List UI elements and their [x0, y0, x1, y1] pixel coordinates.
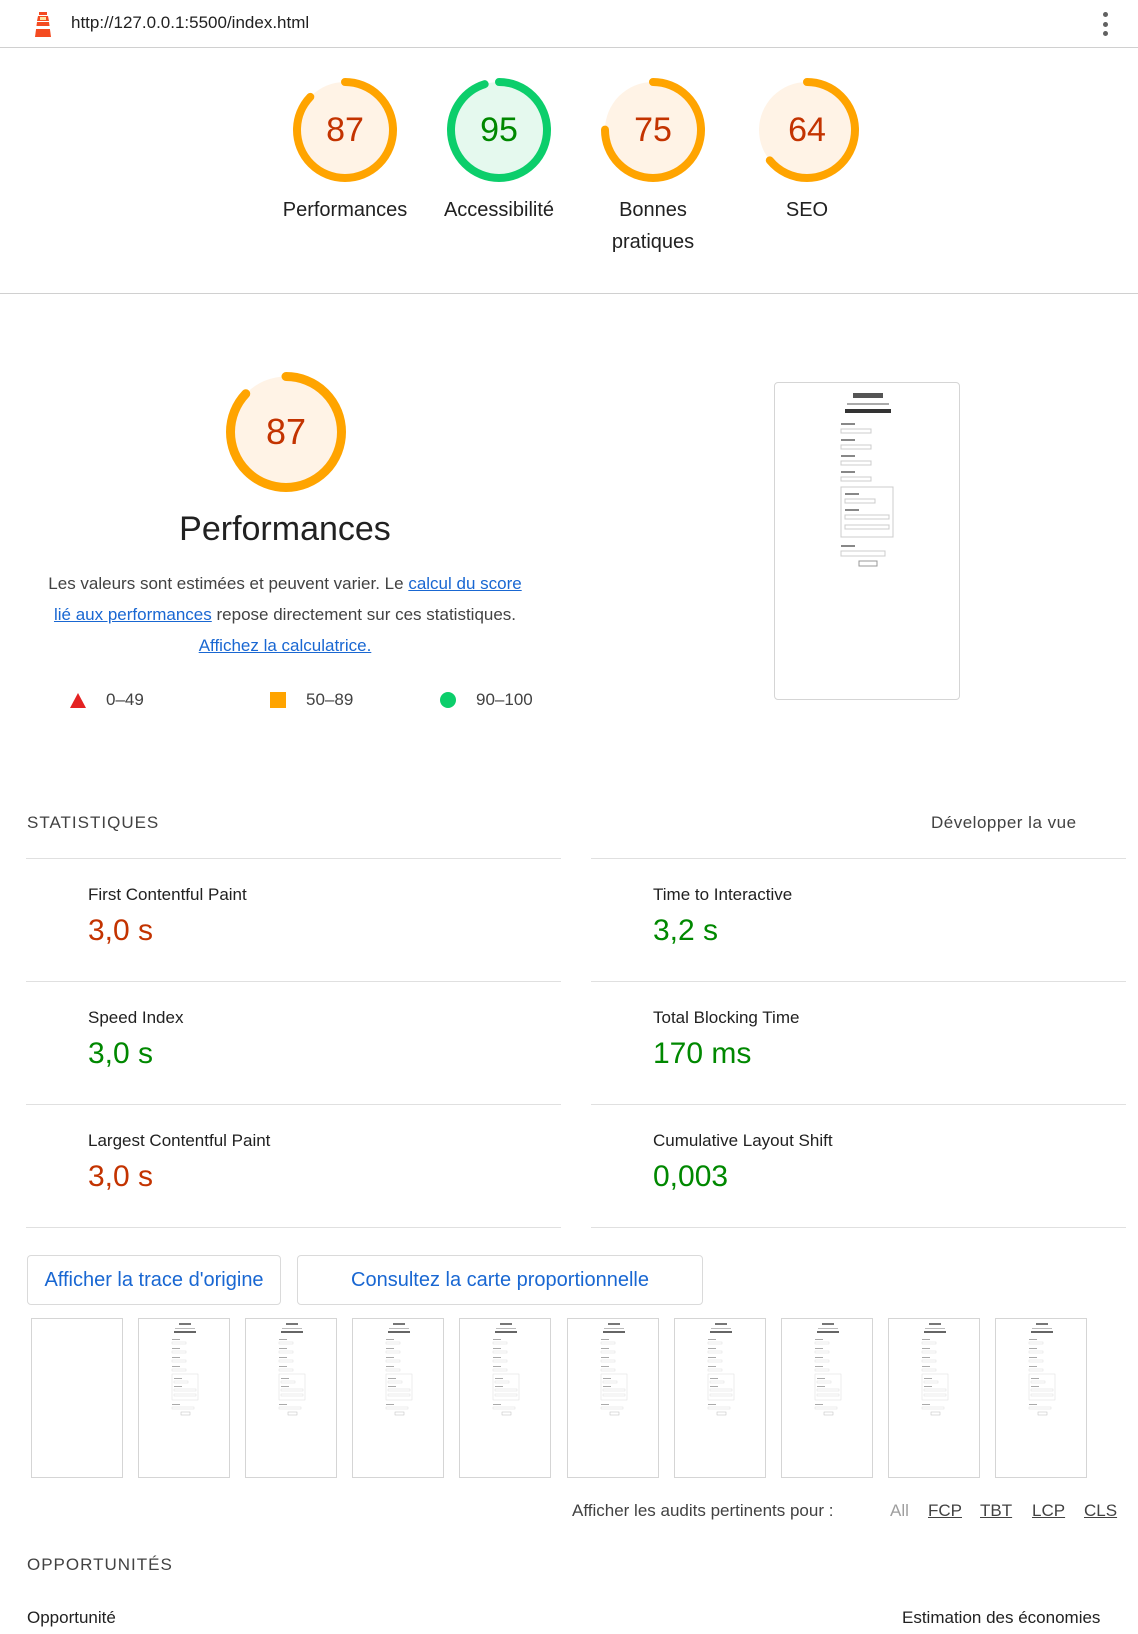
- filmstrip-frame: [245, 1318, 337, 1478]
- gauge-label: Performances: [282, 199, 408, 221]
- filter-fcp[interactable]: FCP: [928, 1501, 962, 1521]
- filmstrip-frame: [459, 1318, 551, 1478]
- gauge-performance[interactable]: 87 Performances: [270, 78, 420, 226]
- performance-gauge-large: 87: [226, 372, 346, 492]
- statistics-title: STATISTIQUES: [27, 813, 160, 832]
- filmstrip-frame: [567, 1318, 659, 1478]
- page-url: http://127.0.0.1:5500/index.html: [71, 13, 310, 32]
- metric-value: 3,0 s: [88, 914, 154, 947]
- gauge-label: SEO: [785, 199, 829, 221]
- legend-range: 0–49: [106, 690, 144, 709]
- savings-column-header: Estimation des économies: [902, 1608, 1101, 1627]
- filter-label: Afficher les audits pertinents pour :: [572, 1501, 834, 1520]
- metric-cumulative-layout-shift: Cumulative Layout Shift 0,003: [591, 1105, 1126, 1228]
- score-legend: 0–49 50–89 90–100: [70, 690, 540, 714]
- gauge-label: Accessibilité: [443, 199, 555, 221]
- filter-all[interactable]: All: [890, 1501, 909, 1521]
- gauge-seo[interactable]: 64 SEO: [732, 78, 882, 226]
- legend-pass: 90–100: [440, 690, 533, 710]
- pass-circle-icon: [440, 692, 456, 708]
- more-options-icon[interactable]: [1098, 10, 1112, 38]
- desc-text: Les valeurs sont estimées et peuvent var…: [48, 574, 409, 593]
- opportunity-column-header: Opportunité: [27, 1608, 116, 1627]
- gauge-score: 75: [634, 111, 672, 149]
- metric-value: 3,0 s: [88, 1037, 154, 1070]
- gauge-score: 95: [480, 111, 518, 149]
- performance-score: 87: [265, 411, 307, 452]
- metric-label: First Contentful Paint: [88, 885, 247, 904]
- filmstrip-frame: [352, 1318, 444, 1478]
- page-preview-image: [840, 393, 894, 567]
- legend-range: 50–89: [306, 690, 354, 709]
- metric-value: 3,0 s: [88, 1160, 154, 1193]
- filmstrip-frame: [888, 1318, 980, 1478]
- legend-fail: 0–49: [70, 690, 144, 710]
- filmstrip-frame: [138, 1318, 230, 1478]
- metric-label: Total Blocking Time: [653, 1008, 800, 1027]
- gauge-label: Bonnes pratiques: [611, 199, 695, 253]
- metrics-right-column: Time to Interactive 3,2 s Total Blocking…: [591, 858, 1126, 1228]
- metric-first-contentful-paint: First Contentful Paint 3,0 s: [26, 859, 561, 982]
- fail-triangle-icon: [70, 692, 86, 708]
- filter-cls[interactable]: CLS: [1084, 1501, 1117, 1521]
- legend-range: 90–100: [476, 690, 533, 709]
- metrics-left-column: First Contentful Paint 3,0 s Speed Index…: [26, 858, 561, 1228]
- metric-value: 3,2 s: [653, 914, 719, 947]
- filmstrip-frame: [674, 1318, 766, 1478]
- metric-value: 170 ms: [653, 1037, 752, 1070]
- top-bar: http://127.0.0.1:5500/index.html: [0, 0, 1138, 48]
- average-square-icon: [270, 692, 286, 708]
- lighthouse-icon: [35, 12, 51, 37]
- filmstrip-frame: [31, 1318, 123, 1478]
- filmstrip-frame: [781, 1318, 873, 1478]
- metric-value: 0,003: [653, 1160, 729, 1193]
- gauge-accessibility[interactable]: 95 Accessibilité: [424, 78, 574, 226]
- final-screenshot[interactable]: [774, 382, 960, 700]
- expand-view-toggle[interactable]: Développer la vue: [931, 813, 1077, 833]
- view-treemap-button[interactable]: Consultez la carte proportionnelle: [297, 1255, 703, 1305]
- metric-label: Speed Index: [88, 1008, 184, 1027]
- metric-speed-index: Speed Index 3,0 s: [26, 982, 561, 1105]
- score-gauges: 87 Performances 95 Accessibilité 75 Bonn…: [0, 48, 1138, 294]
- performance-description: Les valeurs sont estimées et peuvent var…: [38, 568, 532, 661]
- metric-total-blocking-time: Total Blocking Time 170 ms: [591, 982, 1126, 1105]
- gauge-score: 64: [788, 111, 826, 149]
- desc-text: repose directement sur ces statistiques.: [211, 605, 517, 624]
- view-trace-button[interactable]: Afficher la trace d'origine: [27, 1255, 281, 1305]
- filter-tbt[interactable]: TBT: [980, 1501, 1012, 1521]
- gauge-best-practices[interactable]: 75 Bonnes pratiques: [578, 78, 728, 258]
- gauge-score: 87: [326, 111, 364, 149]
- metric-label: Largest Contentful Paint: [88, 1131, 271, 1150]
- metric-label: Time to Interactive: [653, 885, 793, 904]
- audit-filter: Afficher les audits pertinents pour : Al…: [572, 1501, 1120, 1527]
- metric-largest-contentful-paint: Largest Contentful Paint 3,0 s: [26, 1105, 561, 1228]
- legend-average: 50–89: [270, 690, 353, 710]
- calculator-link[interactable]: Affichez la calculatrice.: [199, 636, 372, 655]
- opportunities-title: OPPORTUNITÉS: [27, 1555, 173, 1574]
- metric-time-to-interactive: Time to Interactive 3,2 s: [591, 859, 1126, 982]
- performance-title: Performances: [179, 510, 391, 548]
- filter-lcp[interactable]: LCP: [1032, 1501, 1065, 1521]
- metric-label: Cumulative Layout Shift: [653, 1131, 833, 1150]
- filmstrip-frame: [995, 1318, 1087, 1478]
